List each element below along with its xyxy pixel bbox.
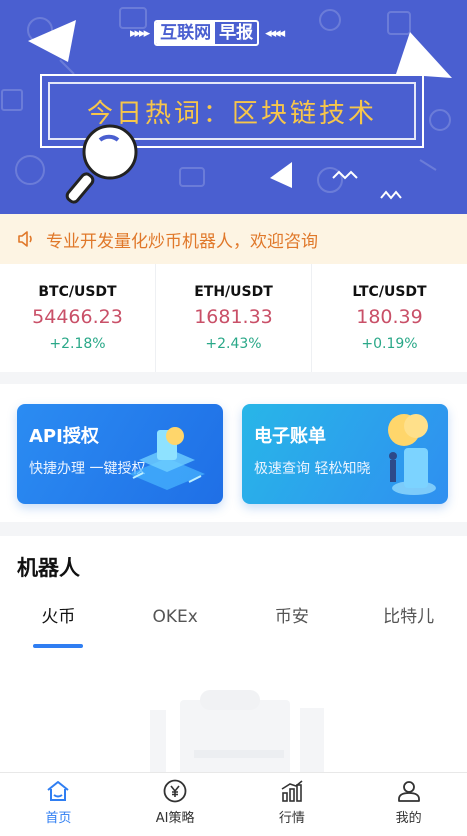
brand-arrows-right: ◂◂◂◂ bbox=[265, 25, 285, 41]
nav-label: AI策略 bbox=[155, 811, 195, 826]
wave-decor-2 bbox=[380, 190, 402, 200]
ticker-btc[interactable]: BTC/USDT 54466.23 +2.18% bbox=[0, 264, 156, 372]
user-icon bbox=[397, 781, 420, 802]
ticker-pair: ETH/USDT bbox=[194, 284, 273, 300]
nav-ai-strategy[interactable]: AI策略 bbox=[117, 773, 234, 836]
brand-arrows-left: ▸▸▸▸ bbox=[130, 25, 150, 41]
card-title: API授权 bbox=[29, 426, 99, 447]
tab-gate[interactable]: 比特儿 bbox=[350, 602, 467, 646]
magnifier-icon bbox=[65, 124, 138, 204]
ai-illustration-icon bbox=[388, 414, 436, 495]
notice-bar[interactable]: 专业开发量化炒币机器人，欢迎咨询 bbox=[0, 214, 467, 264]
notice-text: 专业开发量化炒币机器人，欢迎咨询 bbox=[46, 231, 318, 252]
yen-icon bbox=[163, 779, 187, 803]
hero-banner[interactable]: ▸▸▸▸ 互联网 早报 ◂◂◂◂ 今日热词：区块链技术 bbox=[0, 0, 467, 214]
robot-section: 机器人 火币 OKEx 币安 比特儿 bbox=[0, 536, 467, 776]
triangle-decor-left bbox=[28, 20, 76, 62]
section-title: 机器人 bbox=[17, 556, 80, 580]
ticker-change: +2.18% bbox=[49, 336, 106, 352]
ticker-price: 1681.33 bbox=[194, 306, 273, 328]
brand-left-text: 互联网 bbox=[156, 22, 216, 44]
ticker-price: 54466.23 bbox=[32, 306, 123, 328]
api-auth-card[interactable]: API授权 快捷办理 一键授权 bbox=[17, 404, 223, 504]
wave-decor bbox=[332, 170, 358, 180]
triangle-decor-small bbox=[270, 162, 292, 188]
ticker-change: +2.43% bbox=[205, 336, 262, 352]
tab-huobi[interactable]: 火币 bbox=[0, 602, 117, 646]
nav-label: 首页 bbox=[45, 811, 72, 826]
bottom-nav: 首页 AI策略 行情 我的 bbox=[0, 772, 467, 836]
ticker-pair: BTC/USDT bbox=[38, 284, 117, 300]
card-subtitle: 极速查询 轻松知晓 bbox=[254, 461, 371, 477]
home-icon bbox=[47, 781, 69, 801]
chart-icon bbox=[281, 780, 303, 802]
ticker-eth[interactable]: ETH/USDT 1681.33 +2.43% bbox=[156, 264, 312, 372]
ticker-row: BTC/USDT 54466.23 +2.18% ETH/USDT 1681.3… bbox=[0, 264, 467, 372]
nav-home[interactable]: 首页 bbox=[0, 773, 117, 836]
ticker-ltc[interactable]: LTC/USDT 180.39 +0.19% bbox=[312, 264, 467, 372]
ticker-change: +0.19% bbox=[361, 336, 418, 352]
e-bill-card[interactable]: 电子账单 极速查询 轻松知晓 bbox=[242, 404, 448, 504]
card-title: 电子账单 bbox=[254, 426, 326, 447]
speaker-icon bbox=[18, 231, 32, 247]
exchange-tabs: 火币 OKEx 币安 比特儿 bbox=[0, 602, 467, 646]
blockchain-illustration-icon bbox=[129, 427, 205, 490]
nav-label: 我的 bbox=[395, 811, 422, 826]
empty-state-illustration bbox=[150, 690, 324, 776]
brand-box: 互联网 早报 bbox=[154, 20, 260, 46]
tab-okex[interactable]: OKEx bbox=[117, 602, 234, 646]
nav-market[interactable]: 行情 bbox=[234, 773, 351, 836]
ticker-pair: LTC/USDT bbox=[352, 284, 427, 300]
ticker-price: 180.39 bbox=[356, 306, 423, 328]
brand-title: ▸▸▸▸ 互联网 早报 ◂◂◂◂ bbox=[130, 20, 285, 46]
feature-cards: API授权 快捷办理 一键授权 电子账单 极速查询 轻松知晓 bbox=[0, 384, 467, 522]
brand-right-text: 早报 bbox=[219, 23, 254, 43]
tab-binance[interactable]: 币安 bbox=[234, 602, 351, 646]
nav-profile[interactable]: 我的 bbox=[350, 773, 467, 836]
nav-label: 行情 bbox=[278, 811, 305, 826]
